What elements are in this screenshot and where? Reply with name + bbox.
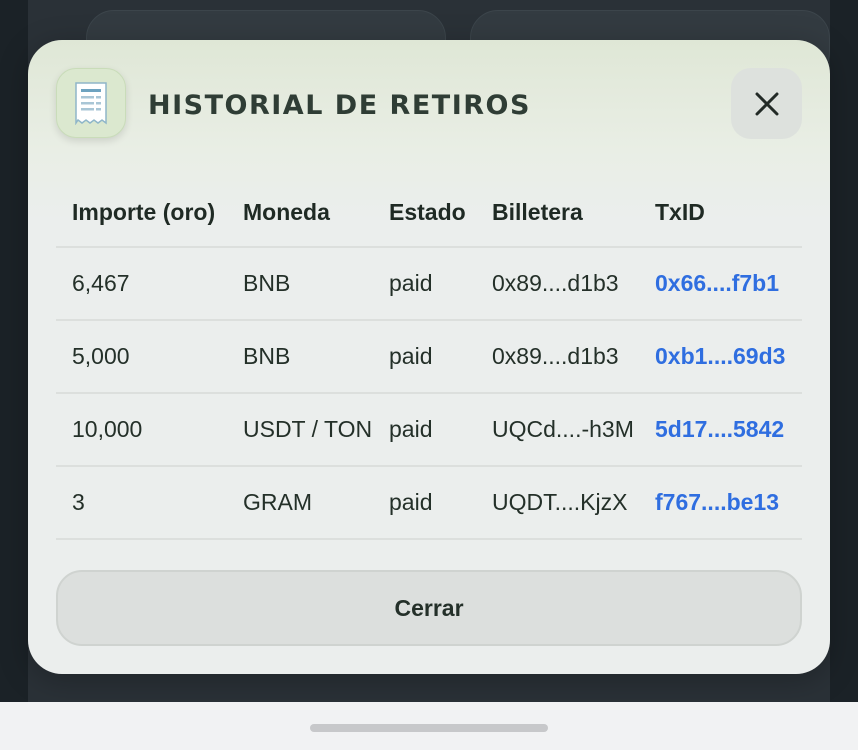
system-navigation-bar bbox=[0, 702, 858, 750]
withdrawals-table: Importe (oro) Moneda Estado Billetera Tx… bbox=[56, 178, 802, 540]
cerrar-button[interactable]: Cerrar bbox=[56, 570, 802, 646]
table-header-row: Importe (oro) Moneda Estado Billetera Tx… bbox=[56, 178, 802, 248]
amount-cell: 5,000 bbox=[72, 343, 130, 369]
table-row: 10,000 USDT / TON paid UQCd....-h3M 5d17… bbox=[56, 394, 802, 467]
header-amount: Importe (oro) bbox=[72, 198, 216, 225]
header-currency: Moneda bbox=[243, 198, 330, 225]
table-row: 3 GRAM paid UQDT....KjzX f767....be13 bbox=[56, 467, 802, 540]
currency-cell: BNB bbox=[243, 270, 291, 296]
amount-cell: 3 bbox=[72, 489, 85, 515]
receipt-icon bbox=[56, 68, 126, 138]
txid-link[interactable]: 0x66....f7b1 bbox=[655, 248, 779, 319]
amount-cell: 10,000 bbox=[72, 416, 143, 442]
header-txid: TxID bbox=[655, 198, 705, 225]
status-cell: paid bbox=[389, 343, 433, 369]
wallet-cell: 0x89....d1b3 bbox=[492, 270, 619, 296]
status-cell: paid bbox=[389, 489, 433, 515]
header-status: Estado bbox=[389, 198, 466, 225]
txid-link[interactable]: 5d17....5842 bbox=[655, 394, 784, 465]
close-button[interactable] bbox=[731, 68, 802, 139]
wallet-cell: UQDT....KjzX bbox=[492, 489, 628, 515]
wallet-cell: UQCd....-h3M bbox=[492, 416, 634, 442]
table-row: 5,000 BNB paid 0x89....d1b3 0xb1....69d3 bbox=[56, 321, 802, 394]
status-cell: paid bbox=[389, 270, 433, 296]
modal-title: HISTORIAL DE RETIROS bbox=[148, 90, 531, 121]
currency-cell: BNB bbox=[243, 343, 291, 369]
table-row: 6,467 BNB paid 0x89....d1b3 0x66....f7b1 bbox=[56, 248, 802, 321]
withdrawal-history-modal: HISTORIAL DE RETIROS Importe (oro) Moned… bbox=[28, 40, 830, 674]
amount-cell: 6,467 bbox=[72, 270, 130, 296]
currency-cell: GRAM bbox=[243, 489, 312, 515]
txid-link[interactable]: 0xb1....69d3 bbox=[655, 321, 785, 392]
currency-cell: USDT / TON bbox=[243, 416, 373, 442]
home-indicator[interactable] bbox=[310, 724, 548, 732]
status-cell: paid bbox=[389, 416, 433, 442]
close-icon bbox=[755, 92, 778, 115]
wallet-cell: 0x89....d1b3 bbox=[492, 343, 619, 369]
txid-link[interactable]: f767....be13 bbox=[655, 467, 779, 538]
header-wallet: Billetera bbox=[492, 198, 583, 225]
